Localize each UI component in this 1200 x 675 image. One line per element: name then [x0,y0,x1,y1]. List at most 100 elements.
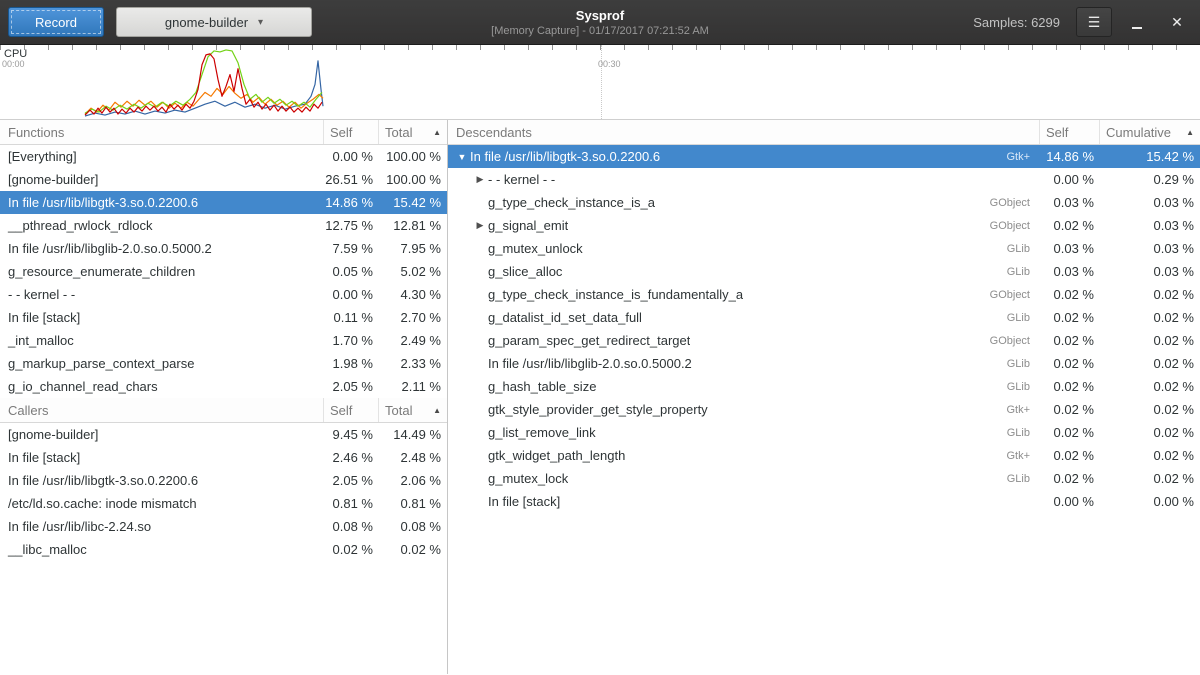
total-value: 2.06 % [379,473,447,488]
category-label: GLib [997,473,1040,485]
column-header-cumulative[interactable]: Cumulative ▲ [1100,120,1200,144]
column-header-self[interactable]: Self [324,120,379,144]
cumulative-value: 0.03 % [1100,218,1200,233]
table-row[interactable]: g_list_remove_linkGLib0.02 %0.02 % [448,421,1200,444]
column-header-label: Self [330,403,352,418]
table-row[interactable]: g_datalist_id_set_data_fullGLib0.02 %0.0… [448,306,1200,329]
table-row[interactable]: [gnome-builder]26.51 %100.00 % [0,168,447,191]
table-row[interactable]: In file /usr/lib/libgtk-3.so.0.2200.614.… [0,191,447,214]
table-row[interactable]: In file [stack]0.00 %0.00 % [448,490,1200,513]
function-name: _int_malloc [0,333,324,348]
tree-cell: ▶g_signal_emitGObject [448,218,1040,233]
table-row[interactable]: In file /usr/lib/libglib-2.0.so.0.5000.2… [0,237,447,260]
column-header-callers[interactable]: Callers [0,398,324,422]
table-row[interactable]: In file [stack]2.46 %2.48 % [0,446,447,469]
column-header-label: Descendants [456,125,532,140]
function-name: [gnome-builder] [0,427,324,442]
self-value: 0.02 % [1040,448,1100,463]
column-header-label: Functions [8,125,64,140]
self-value: 12.75 % [324,218,379,233]
table-row[interactable]: ▶g_signal_emitGObject0.02 %0.03 % [448,214,1200,237]
tree-cell: g_param_spec_get_redirect_targetGObject [448,333,1040,348]
column-header-functions[interactable]: Functions [0,120,324,144]
table-row[interactable]: ▶- - kernel - -0.00 %0.29 % [448,168,1200,191]
table-row[interactable]: gtk_style_provider_get_style_propertyGtk… [448,398,1200,421]
headerbar-right: Samples: 6299 ☰ ✕ [973,7,1192,37]
self-value: 0.08 % [324,519,379,534]
self-value: 1.98 % [324,356,379,371]
table-row[interactable]: g_param_spec_get_redirect_targetGObject0… [448,329,1200,352]
table-row[interactable]: /etc/ld.so.cache: inode mismatch0.81 %0.… [0,492,447,515]
tree-indent [448,455,472,456]
table-row[interactable]: gtk_widget_path_lengthGtk+0.02 %0.02 % [448,444,1200,467]
column-header-descendants[interactable]: Descendants [448,120,1040,144]
function-name: __pthread_rwlock_rdlock [0,218,324,233]
window-title: Sysprof [576,8,624,23]
column-header-total[interactable]: Total ▲ [379,398,447,422]
total-value: 0.02 % [379,542,447,557]
self-value: 0.02 % [1040,402,1100,417]
table-row[interactable]: In file /usr/lib/libgtk-3.so.0.2200.62.0… [0,469,447,492]
tree-indent [448,501,472,502]
function-name: g_mutex_unlock [488,241,583,256]
table-row[interactable]: [Everything]0.00 %100.00 % [0,145,447,168]
record-button[interactable]: Record [8,7,104,37]
column-header-self[interactable]: Self [1040,120,1100,144]
function-name: g_resource_enumerate_children [0,264,324,279]
table-row[interactable]: g_mutex_lockGLib0.02 %0.02 % [448,467,1200,490]
tree-indent [448,363,472,364]
table-row[interactable]: In file /usr/lib/libc-2.24.so0.08 %0.08 … [0,515,447,538]
function-name: [Everything] [0,149,324,164]
process-selector-dropdown[interactable]: gnome-builder ▾ [116,7,312,37]
total-value: 2.48 % [379,450,447,465]
column-header-label: Total [385,125,412,140]
tree-indent [448,294,472,295]
cpu-graph[interactable]: CPU 00:00 00:30 [0,45,1200,120]
table-row[interactable]: g_markup_parse_context_parse1.98 %2.33 % [0,352,447,375]
table-row[interactable]: g_hash_table_sizeGLib0.02 %0.02 % [448,375,1200,398]
table-row[interactable]: g_type_check_instance_is_aGObject0.03 %0… [448,191,1200,214]
column-header-total[interactable]: Total ▲ [379,120,447,144]
total-value: 4.30 % [379,287,447,302]
expander-icon[interactable]: ▼ [454,152,470,162]
table-row[interactable]: In file [stack]0.11 %2.70 % [0,306,447,329]
self-value: 0.00 % [324,287,379,302]
close-button[interactable]: ✕ [1162,7,1192,37]
table-row[interactable]: [gnome-builder]9.45 %14.49 % [0,423,447,446]
expander-icon[interactable]: ▶ [472,174,488,185]
function-name: In file [stack] [488,494,560,509]
minimize-button[interactable] [1122,7,1152,37]
table-row[interactable]: g_io_channel_read_chars2.05 %2.11 % [0,375,447,398]
table-row[interactable]: __libc_malloc0.02 %0.02 % [0,538,447,561]
table-row[interactable]: g_slice_allocGLib0.03 %0.03 % [448,260,1200,283]
column-header-label: Cumulative [1106,125,1171,140]
self-value: 0.03 % [1040,264,1100,279]
self-value: 0.00 % [1040,172,1100,187]
expander-icon[interactable]: ▶ [472,220,488,231]
table-row[interactable]: In file /usr/lib/libglib-2.0.so.0.5000.2… [448,352,1200,375]
table-row[interactable]: _int_malloc1.70 %2.49 % [0,329,447,352]
table-row[interactable]: ▼In file /usr/lib/libgtk-3.so.0.2200.6Gt… [448,145,1200,168]
table-row[interactable]: g_type_check_instance_is_fundamentally_a… [448,283,1200,306]
cumulative-value: 0.02 % [1100,379,1200,394]
cumulative-value: 15.42 % [1100,149,1200,164]
total-value: 15.42 % [379,195,447,210]
tree-cell: g_mutex_unlockGLib [448,241,1040,256]
table-row[interactable]: - - kernel - -0.00 %4.30 % [0,283,447,306]
total-value: 2.70 % [379,310,447,325]
process-selector-label: gnome-builder [165,15,248,30]
functions-list: [Everything]0.00 %100.00 %[gnome-builder… [0,145,447,398]
table-row[interactable]: __pthread_rwlock_rdlock12.75 %12.81 % [0,214,447,237]
category-label: GObject [980,197,1040,209]
tree-cell: ▼In file /usr/lib/libgtk-3.so.0.2200.6Gt… [448,149,1040,164]
left-pane: Functions Self Total ▲ [Everything]0.00 … [0,120,448,674]
menu-button[interactable]: ☰ [1076,7,1112,37]
table-row[interactable]: g_mutex_unlockGLib0.03 %0.03 % [448,237,1200,260]
tree-indent [448,478,472,479]
table-row[interactable]: g_resource_enumerate_children0.05 %5.02 … [0,260,447,283]
column-header-self[interactable]: Self [324,398,379,422]
cumulative-value: 0.02 % [1100,310,1200,325]
total-value: 0.08 % [379,519,447,534]
tree-indent [448,248,472,249]
total-value: 100.00 % [379,149,447,164]
